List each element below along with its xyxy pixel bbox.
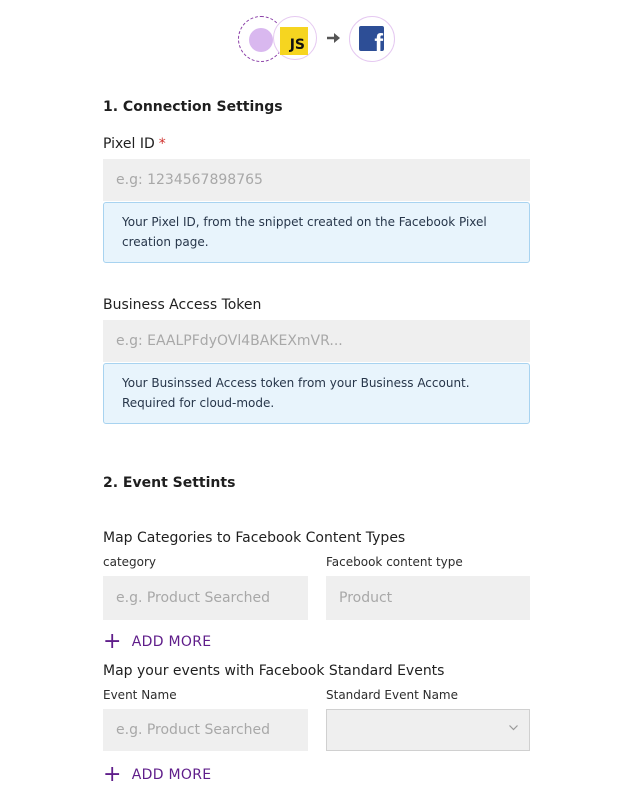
standard-event-add-more-button[interactable]: + ADD MORE [103,762,212,787]
token-label: Business Access Token [103,297,262,313]
standard-event-select[interactable] [326,709,530,751]
standard-events-title: Map your events with Facebook Standard E… [103,663,445,679]
pixel-id-placeholder: e.g: 1234567898765 [116,172,263,188]
plus-icon: + [103,629,122,654]
required-mark: * [158,136,166,152]
pixel-id-help: Your Pixel ID, from the snippet created … [103,202,530,263]
content-type-placeholder: Product [339,590,393,606]
arrow-right-icon [327,33,340,43]
chevron-down-icon [509,725,518,731]
event-name-placeholder: e.g. Product Searched [116,722,271,738]
category-placeholder: e.g. Product Searched [116,590,271,606]
integration-logos: JS f [0,15,619,63]
pixel-id-label: Pixel ID * [103,136,166,152]
content-type-input[interactable]: Product [326,576,530,620]
standard-event-add-more-label: ADD MORE [131,767,212,783]
pixel-id-label-text: Pixel ID [103,136,155,152]
token-input[interactable]: e.g: EAALPFdyOVl4BAKEXmVR... [103,320,530,362]
pixel-id-input[interactable]: e.g: 1234567898765 [103,159,530,201]
source-dot-icon [249,28,273,52]
token-help: Your Businssed Access token from your Bu… [103,363,530,424]
standard-event-column-label: Standard Event Name [326,688,458,702]
event-name-column-label: Event Name [103,688,177,702]
category-mapping-title: Map Categories to Facebook Content Types [103,530,406,546]
javascript-icon: JS [280,27,308,55]
category-input[interactable]: e.g. Product Searched [103,576,308,620]
event-settings-title: 2. Event Settints [103,475,236,491]
category-add-more-button[interactable]: + ADD MORE [103,629,212,654]
facebook-icon-glyph: f [374,28,383,51]
plus-icon: + [103,762,122,787]
facebook-icon: f [359,26,384,51]
token-placeholder: e.g: EAALPFdyOVl4BAKEXmVR... [116,333,343,349]
category-column-label: category [103,555,157,569]
javascript-icon-text: JS [289,37,305,53]
event-name-input[interactable]: e.g. Product Searched [103,709,308,751]
content-type-column-label: Facebook content type [326,555,463,569]
category-add-more-label: ADD MORE [131,634,212,650]
connection-settings-title: 1. Connection Settings [103,99,283,115]
